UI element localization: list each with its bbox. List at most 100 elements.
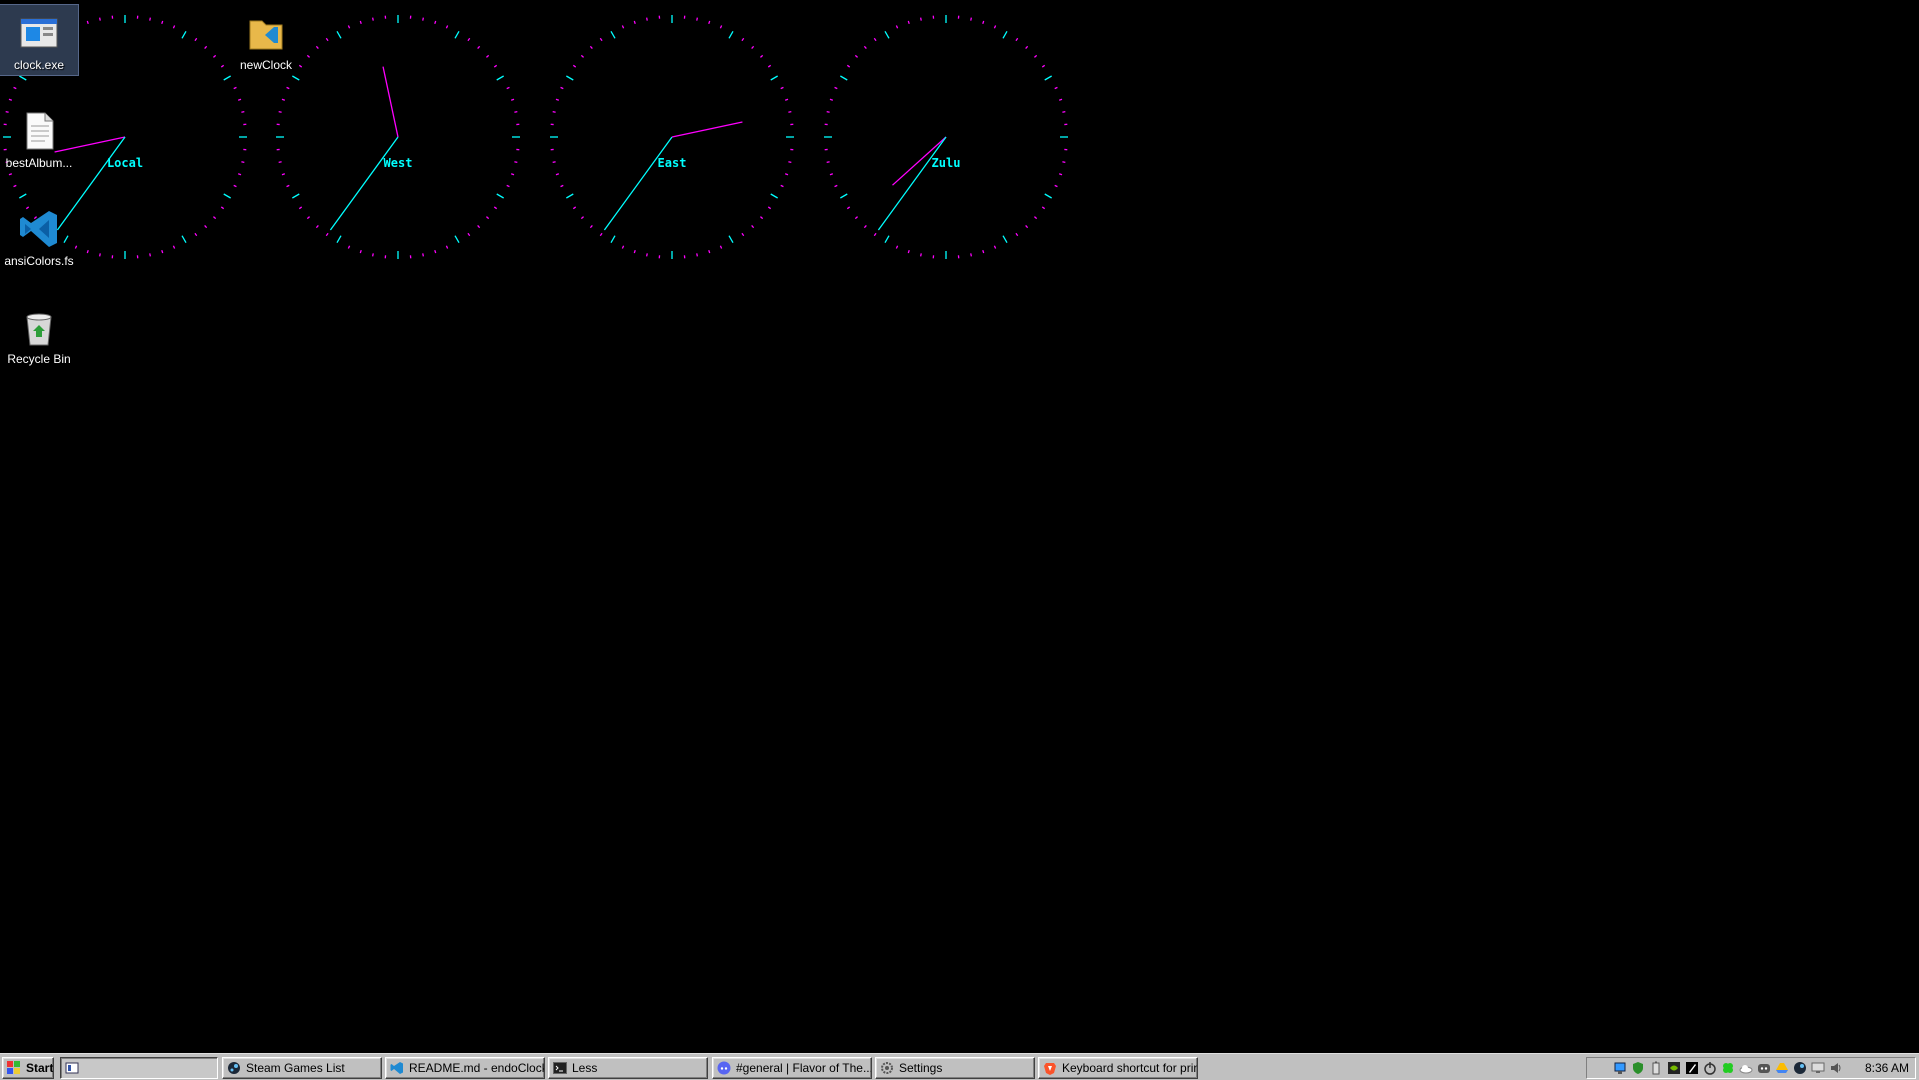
clock-minute-tick [784, 173, 789, 176]
clock-minute-tick [233, 86, 237, 90]
clock-minute-tick [506, 86, 510, 90]
clock-minute-tick [1054, 86, 1058, 90]
clock-minute-tick [621, 245, 625, 249]
start-button[interactable]: Start [2, 1057, 54, 1079]
clock-minute-tick [696, 253, 699, 257]
clock-minute-tick [204, 45, 208, 50]
clock-minute-tick [1025, 45, 1029, 50]
clock-minute-tick [315, 45, 319, 50]
clock-hour-mark [292, 193, 300, 199]
volume-icon[interactable] [1829, 1061, 1843, 1075]
clock-minute-tick [1062, 110, 1066, 113]
clock-hour-mark [336, 31, 342, 39]
clock-minute-tick [741, 232, 745, 237]
clock-label: West [384, 156, 413, 170]
clock-minute-tick [633, 20, 636, 25]
discord-icon [717, 1061, 731, 1075]
clock-minute-tick [506, 184, 510, 188]
analog-clock-east: East [550, 15, 794, 259]
clock-minute-tick [580, 54, 585, 58]
battery-icon[interactable] [1649, 1061, 1663, 1075]
desktop-clocks: Local West East Zulu [3, 15, 1068, 259]
clock-minute-tick [708, 20, 711, 25]
clock-hour-mark [566, 193, 574, 199]
shield-icon[interactable] [1631, 1061, 1645, 1075]
taskbar-button-blank-window[interactable] [60, 1057, 218, 1079]
clock-minute-hand [603, 136, 673, 231]
discord-icon[interactable] [1757, 1061, 1771, 1075]
drive-icon[interactable] [1775, 1061, 1789, 1075]
monitor-icon[interactable] [1811, 1061, 1825, 1075]
clock-minute-tick [371, 253, 374, 257]
clock-minute-tick [220, 206, 225, 210]
clock-hour-mark [1002, 235, 1008, 243]
clock-minute-tick [863, 45, 867, 50]
clock-hour-mark [610, 235, 616, 243]
clock-minute-tick [767, 64, 772, 68]
clock-minute-tick [514, 161, 518, 164]
clock-minute-tick [589, 224, 593, 229]
desktop-icon-recycle-bin[interactable]: Recycle Bin [0, 299, 78, 369]
steam-icon[interactable] [1793, 1061, 1807, 1075]
clock-minute-tick [895, 25, 899, 29]
clock-hour-mark [181, 31, 187, 39]
cloud-icon[interactable] [1739, 1061, 1753, 1075]
clock-minute-tick [325, 37, 329, 42]
clock-minute-tick [759, 216, 764, 220]
clock-minute-tick [194, 37, 198, 42]
clock-minute-tick [633, 249, 636, 254]
clock-minute-tick [467, 232, 471, 237]
clock-minute-tick [445, 25, 449, 29]
clock-minute-tick [237, 173, 242, 176]
clock-minute-tick [1041, 206, 1046, 210]
clock-minute-tick [237, 98, 242, 101]
clock-minute-tick [434, 20, 437, 25]
clock-minute-tick [241, 161, 245, 164]
start-label: Start [26, 1061, 54, 1075]
steam-icon [227, 1061, 241, 1075]
clock-minute-tick [645, 253, 648, 257]
clock-minute-tick [98, 17, 101, 21]
taskbar-button-discord[interactable]: #general | Flavor of The... [712, 1057, 872, 1079]
taskbar-button-less[interactable]: Less [548, 1057, 708, 1079]
clock-minute-tick [1033, 54, 1038, 58]
clock-minute-tick [834, 86, 838, 90]
pen-icon[interactable] [1685, 1061, 1699, 1075]
clock-minute-tick [708, 249, 711, 254]
taskbar-button-steam[interactable]: Steam Games List [222, 1057, 382, 1079]
taskbar-button-label: Keyboard shortcut for print... [1062, 1061, 1197, 1075]
clock-minute-tick [1058, 173, 1063, 176]
clock-hour-mark [336, 235, 342, 243]
power-icon[interactable] [1703, 1061, 1717, 1075]
clock-minute-tick [422, 253, 425, 257]
clock-minute-tick [982, 249, 985, 254]
clock-minute-tick [434, 249, 437, 254]
taskbar-button-brave[interactable]: Keyboard shortcut for print... [1038, 1057, 1198, 1079]
taskbar-button-label: Steam Games List [246, 1061, 345, 1075]
clock-minute-tick [1058, 98, 1063, 101]
taskbar-button-label: Settings [899, 1061, 943, 1075]
nvidia-icon[interactable] [1667, 1061, 1681, 1075]
desktop-icon-bestalbum[interactable]: bestAlbum... [0, 103, 78, 173]
clock-minute-tick [347, 245, 351, 249]
clock-minute-tick [767, 206, 772, 210]
analog-clock-zulu: Zulu [824, 15, 1068, 259]
taskbar-button-vscode[interactable]: README.md - endoClock... [385, 1057, 545, 1079]
network-icon[interactable] [1613, 1061, 1627, 1075]
desktop-icon-ansicolors[interactable]: ansiColors.fs [0, 201, 78, 271]
taskbar-button-settings[interactable]: Settings [875, 1057, 1035, 1079]
clover-icon[interactable] [1721, 1061, 1735, 1075]
clock-minute-tick [719, 25, 723, 29]
vscode-icon [390, 1061, 404, 1075]
clock-hour-mark [223, 75, 231, 81]
clock-minute-tick [306, 54, 311, 58]
clock-minute-tick [98, 253, 101, 257]
clock-minute-tick [719, 245, 723, 249]
taskbar-clock[interactable]: 8:36 AM [1865, 1061, 1909, 1075]
taskbar-button-label: README.md - endoClock... [409, 1061, 545, 1075]
clock-minute-tick [645, 17, 648, 21]
clock-hour-mark [1002, 31, 1008, 39]
desktop-icon-newclock[interactable]: newClock [227, 5, 305, 75]
desktop-icon-clock-exe[interactable]: clock.exe [0, 4, 79, 76]
clock-minute-tick [281, 98, 286, 101]
